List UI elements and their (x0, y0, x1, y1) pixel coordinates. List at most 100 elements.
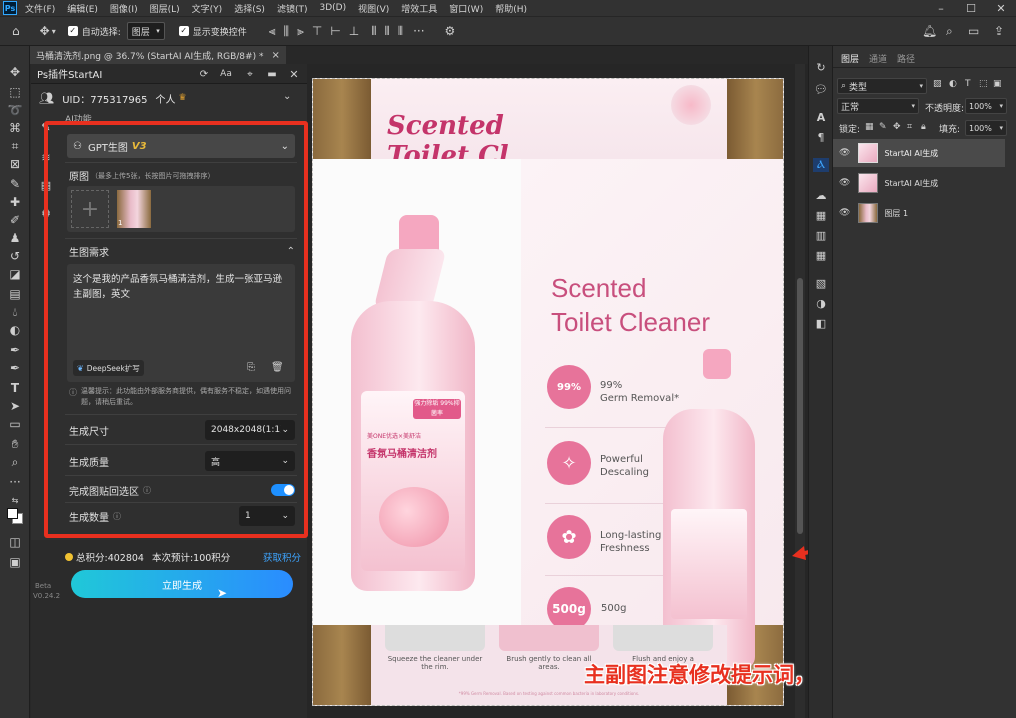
font-size-icon[interactable]: Aa (219, 67, 233, 81)
pin-icon[interactable]: ⌖ (243, 67, 257, 81)
properties-icon[interactable]: ◧ (813, 316, 829, 330)
scrollbar-thumb[interactable] (797, 278, 803, 534)
filter-pixel-icon[interactable]: ▨ (933, 79, 942, 89)
document-canvas[interactable]: Scented Toilet Cl 强力除垢 99%抑菌率 美ONE优选×美舒洁… (312, 78, 784, 706)
close-window-icon[interactable]: ✕ (986, 0, 1016, 16)
color-swatches[interactable] (7, 508, 23, 524)
menu-file[interactable]: 文件(F) (25, 2, 55, 15)
blur-tool-icon[interactable]: 💧︎ (6, 304, 24, 320)
document-tab[interactable]: 马桶清洗剂.png @ 36.7% (StartAI AI生成, RGB/8#)… (30, 46, 286, 64)
minimize-icon[interactable]: ▬ (265, 67, 279, 81)
chevron-down-icon[interactable]: ▾ (52, 27, 56, 36)
pen-tool-icon[interactable]: ✒ (6, 342, 24, 358)
libraries-icon[interactable]: ▧ (813, 276, 829, 290)
search-icon[interactable]: ⌕ (946, 24, 953, 39)
menu-edit[interactable]: 编辑(E) (67, 2, 98, 15)
notification-bell-icon[interactable]: 🔔︎ (922, 24, 937, 38)
history-icon[interactable]: ↻ (813, 60, 829, 74)
filter-smart-icon[interactable]: ▣ (993, 79, 1002, 89)
auto-select-checkbox[interactable]: ✓ (67, 26, 78, 36)
lock-artboard-icon[interactable]: ⌗ (907, 122, 912, 132)
frame-tool-icon[interactable]: ⊠ (6, 156, 24, 172)
align-top-icon[interactable]: ⊤ (312, 24, 322, 38)
rectangle-tool-icon[interactable]: ▭ (6, 416, 24, 432)
settings-gear-icon[interactable]: ⚙ (445, 24, 456, 38)
tab-channels[interactable]: 通道 (869, 52, 887, 65)
vertical-scrollbar[interactable] (795, 64, 805, 718)
fill-input[interactable]: 100% ▾ (965, 120, 1007, 136)
lock-position-icon[interactable]: ✥ (893, 122, 901, 132)
align-bottom-icon[interactable]: ⊥ (349, 24, 359, 38)
tab-close-icon[interactable]: × (271, 50, 279, 61)
filter-shape-icon[interactable]: ⬚ (979, 79, 988, 89)
lock-transparent-icon[interactable]: ▦ (865, 122, 874, 132)
grid-icon[interactable]: ▦ (813, 208, 829, 222)
character-icon[interactable]: A (813, 110, 829, 124)
gradient-tool-icon[interactable]: ▤ (6, 286, 24, 302)
quick-mask-icon[interactable]: ◫ (6, 534, 24, 550)
close-icon[interactable]: ✕ (287, 67, 301, 81)
menu-window[interactable]: 窗口(W) (449, 2, 483, 15)
eraser-tool-icon[interactable]: ◪ (6, 266, 24, 282)
startai-icon[interactable]: Ⲁ (813, 158, 829, 172)
path-select-icon[interactable]: ➤ (6, 398, 24, 414)
layer-row[interactable]: 👁︎ StartAI AI生成 (833, 139, 1005, 167)
paragraph-icon[interactable]: ¶ (813, 130, 829, 144)
move-tool-icon[interactable]: ✥ (6, 64, 24, 80)
crop-tool-icon[interactable]: ⌗ (6, 138, 24, 154)
home-icon[interactable]: ⌂ (12, 24, 20, 38)
more-options-icon[interactable]: ··· (413, 24, 424, 38)
visibility-eye-icon[interactable]: 👁︎ (839, 208, 850, 218)
align-left-icon[interactable]: ⫷ (269, 24, 276, 39)
marquee-tool-icon[interactable]: ⬚ (6, 84, 24, 100)
photoshop-logo-icon[interactable]: Ps (3, 1, 17, 15)
clone-stamp-icon[interactable]: ♟ (6, 230, 24, 246)
menu-image[interactable]: 图像(I) (110, 2, 138, 15)
menu-help[interactable]: 帮助(H) (495, 2, 527, 15)
gradients-icon[interactable]: ▥ (813, 228, 829, 242)
quick-select-tool-icon[interactable]: ⌘ (6, 120, 24, 136)
comments-icon[interactable]: 💬︎ (813, 82, 829, 96)
lasso-tool-icon[interactable]: ➰ (6, 102, 24, 118)
generate-button[interactable]: 立即生成 (71, 570, 293, 598)
distribute-center-icon[interactable]: ⦀ (385, 24, 390, 39)
get-points-link[interactable]: 获取积分 (263, 550, 301, 564)
menu-type[interactable]: 文字(Y) (192, 2, 223, 15)
layer-filter-dropdown[interactable]: ⌕ 类型 ▾ (837, 78, 927, 94)
align-right-icon[interactable]: ⫸ (297, 24, 304, 39)
layer-row[interactable]: 👁︎ StartAI AI生成 (833, 169, 1005, 197)
align-center-h-icon[interactable]: ⫼ (284, 24, 290, 39)
hand-tool-icon[interactable]: ✋︎ (6, 436, 24, 452)
distribute-left-icon[interactable]: ⦀ (371, 24, 376, 39)
align-middle-icon[interactable]: ⊢ (330, 24, 340, 38)
more-tools-icon[interactable]: ··· (6, 474, 24, 490)
visibility-eye-icon[interactable]: 👁︎ (839, 178, 850, 188)
auto-select-dropdown[interactable]: 图层 ▾ (126, 22, 165, 40)
refresh-icon[interactable]: ⟳ (197, 67, 211, 81)
layer-row[interactable]: 👁︎ 图层 1 (833, 199, 1005, 227)
swatches-icon[interactable]: ☁ (813, 188, 829, 202)
workspace-icon[interactable]: ▭ (968, 24, 979, 38)
tab-layers[interactable]: 图层 (841, 52, 859, 65)
lock-pixels-icon[interactable]: ✎ (879, 122, 887, 132)
dodge-tool-icon[interactable]: ◐ (6, 322, 24, 338)
maximize-window-icon[interactable]: ☐ (956, 0, 986, 16)
pen-tool-alt-icon[interactable]: ✒ (6, 360, 24, 376)
blend-mode-dropdown[interactable]: 正常 ▾ (837, 98, 919, 114)
show-transform-checkbox[interactable]: ✓ (178, 26, 189, 36)
tab-paths[interactable]: 路径 (897, 52, 915, 65)
zoom-tool-icon[interactable]: ⌕ (6, 454, 24, 470)
eyedropper-tool-icon[interactable]: ✎ (6, 176, 24, 192)
healing-brush-icon[interactable]: ✚ (6, 194, 24, 210)
brush-tool-icon[interactable]: ✐ (6, 212, 24, 228)
move-tool-icon[interactable]: ✥ (40, 24, 50, 38)
distribute-right-icon[interactable]: ⦀ (398, 24, 403, 39)
menu-view[interactable]: 视图(V) (358, 2, 389, 15)
menu-3d[interactable]: 3D(D) (319, 3, 346, 13)
filter-type-icon[interactable]: T (965, 79, 971, 89)
adjustments-icon[interactable]: ◑ (813, 296, 829, 310)
menu-plugins[interactable]: 增效工具 (401, 2, 437, 15)
menu-layer[interactable]: 图层(L) (150, 2, 180, 15)
menu-filter[interactable]: 滤镜(T) (277, 2, 308, 15)
patterns-icon[interactable]: ▦ (813, 248, 829, 262)
